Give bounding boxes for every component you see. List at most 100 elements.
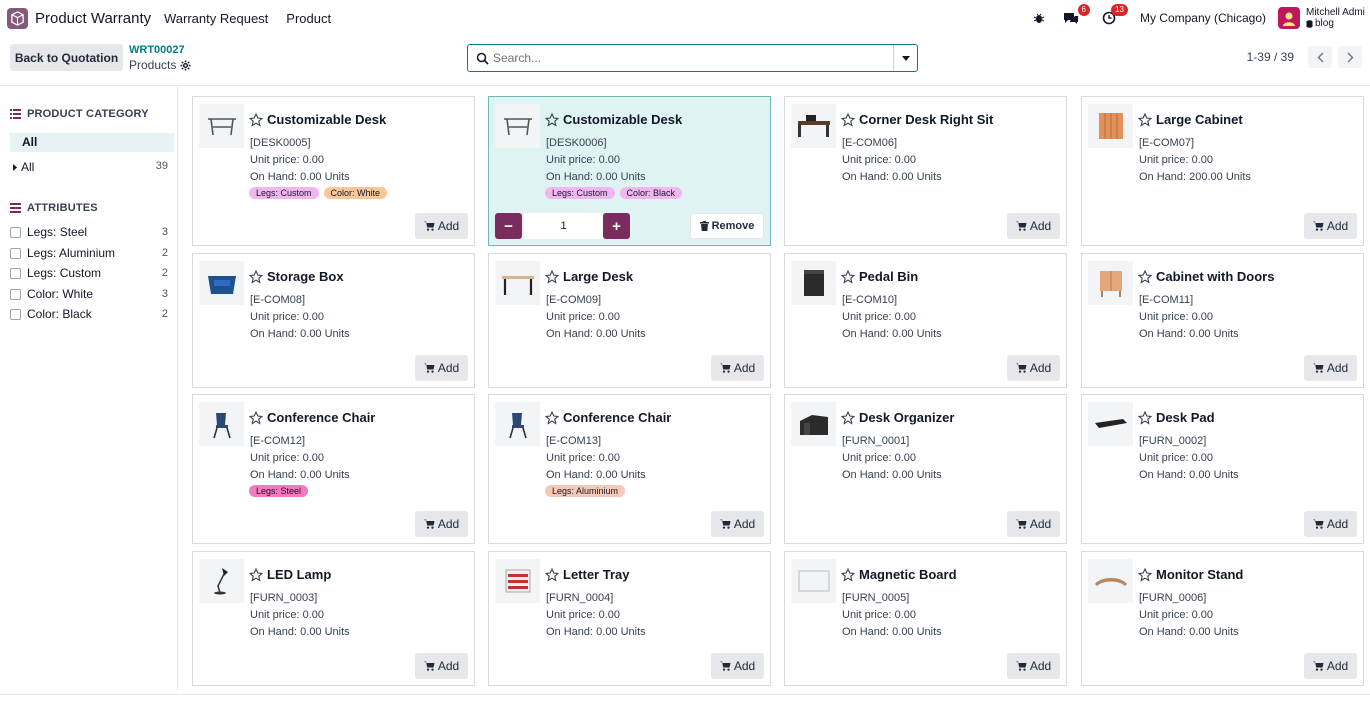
star-icon[interactable] [545, 269, 559, 284]
pager-value[interactable]: 1-39 / 39 [1247, 50, 1294, 64]
product-tags: Legs: Custom Color: White [249, 187, 388, 199]
product-image [199, 104, 244, 148]
category-all[interactable]: All 39 [13, 160, 168, 174]
breadcrumb-record-code[interactable]: WRT00027 [129, 44, 185, 56]
bug-icon[interactable] [1028, 7, 1050, 29]
quantity-input[interactable]: 1 [524, 213, 603, 239]
product-card[interactable]: LED Lamp [FURN_0003] Unit price: 0.00 On Ha… [192, 551, 475, 686]
add-product-button[interactable]: Add [1007, 355, 1060, 381]
add-product-button[interactable]: Add [415, 213, 468, 239]
attribute-filter[interactable]: Color: Black 2 [10, 307, 168, 321]
attribute-checkbox[interactable] [10, 226, 21, 238]
add-product-button[interactable]: Add [711, 653, 764, 679]
user-menu[interactable]: Mitchell Admi blog [1306, 7, 1370, 29]
product-card[interactable]: Desk Pad [FURN_0002] Unit price: 0.00 On Ha… [1081, 394, 1364, 544]
add-product-button[interactable]: Add [1304, 213, 1357, 239]
star-icon[interactable] [841, 112, 855, 127]
add-product-button[interactable]: Add [415, 653, 468, 679]
add-product-button[interactable]: Add [1304, 653, 1357, 679]
star-icon[interactable] [545, 112, 559, 127]
add-product-button[interactable]: Add [711, 511, 764, 537]
product-card[interactable]: Storage Box [E-COM08] Unit price: 0.00 On H… [192, 253, 475, 388]
star-icon[interactable] [841, 269, 855, 284]
decrease-quantity-button[interactable]: − [495, 213, 522, 239]
star-icon[interactable] [841, 567, 855, 582]
attribute-checkbox[interactable] [10, 288, 21, 300]
attribute-filter[interactable]: Legs: Steel 3 [10, 225, 168, 239]
messages-icon[interactable]: 6 [1060, 4, 1090, 29]
caret-down-icon [901, 55, 910, 61]
add-product-button[interactable]: Add [1007, 511, 1060, 537]
add-product-button[interactable]: Add [711, 355, 764, 381]
star-icon[interactable] [1138, 567, 1152, 582]
activity-clock-icon[interactable]: 13 [1098, 4, 1128, 29]
category-all-active[interactable]: All [10, 133, 174, 152]
menu-product[interactable]: Product [286, 11, 331, 26]
product-card[interactable]: Large Cabinet [E-COM07] Unit price: 0.00 On… [1081, 96, 1364, 246]
product-image [1088, 402, 1133, 446]
star-icon[interactable] [545, 410, 559, 425]
product-on-hand: On Hand: 0.00 Units [546, 626, 646, 638]
product-tags: Legs: Steel [249, 485, 309, 497]
add-product-button[interactable]: Add [1007, 653, 1060, 679]
back-to-quotation-button[interactable]: Back to Quotation [10, 44, 123, 71]
cabinet-doors-icon [1099, 271, 1122, 297]
attribute-checkbox[interactable] [10, 247, 21, 259]
list-icon [10, 203, 21, 213]
star-icon[interactable] [545, 567, 559, 582]
product-card[interactable]: Cabinet with Doors [E-COM11] Unit price: 0… [1081, 253, 1364, 388]
attribute-checkbox[interactable] [10, 267, 21, 279]
star-icon[interactable] [249, 269, 263, 284]
company-switcher[interactable]: My Company (Chicago) [1140, 11, 1266, 25]
app-logo-icon[interactable] [7, 8, 28, 29]
menu-warranty-request[interactable]: Warranty Request [164, 11, 268, 26]
add-product-button[interactable]: Add [1304, 511, 1357, 537]
attribute-filter[interactable]: Legs: Aluminium 2 [10, 246, 168, 260]
star-icon[interactable] [1138, 269, 1152, 284]
product-card[interactable]: Corner Desk Right Sit [E-COM06] Unit price… [784, 96, 1067, 246]
user-database: blog [1306, 18, 1370, 29]
add-product-button[interactable]: Add [415, 355, 468, 381]
search-options-toggle[interactable] [893, 45, 917, 71]
product-on-hand: On Hand: 0.00 Units [546, 171, 646, 183]
attribute-checkbox[interactable] [10, 308, 21, 320]
gear-icon[interactable] [180, 59, 191, 71]
star-icon[interactable] [1138, 112, 1152, 127]
product-card[interactable]: Magnetic Board [FURN_0005] Unit price: 0.0… [784, 551, 1067, 686]
product-card[interactable]: Large Desk [E-COM09] Unit price: 0.00 On Ha… [488, 253, 771, 388]
add-product-button[interactable]: Add [415, 511, 468, 537]
star-icon[interactable] [249, 410, 263, 425]
attribute-filter[interactable]: Color: White 3 [10, 287, 168, 301]
pager-previous-button[interactable] [1308, 46, 1332, 68]
star-icon[interactable] [249, 567, 263, 582]
star-icon[interactable] [249, 112, 263, 127]
product-card[interactable]: Conference Chair [E-COM13] Unit price: 0.0… [488, 394, 771, 544]
caret-right-icon[interactable] [13, 163, 17, 171]
product-card[interactable]: Monitor Stand [FURN_0006] Unit price: 0.00… [1081, 551, 1364, 686]
lamp-icon [213, 568, 228, 595]
cart-icon [719, 661, 731, 671]
cart-icon [719, 363, 731, 373]
app-name[interactable]: Product Warranty [35, 10, 151, 27]
product-card[interactable]: Letter Tray [FURN_0004] Unit price: 0.00 On… [488, 551, 771, 686]
product-card[interactable]: Desk Organizer [FURN_0001] Unit price: 0.0… [784, 394, 1067, 544]
product-unit-price: Unit price: 0.00 [546, 452, 620, 464]
user-avatar[interactable] [1278, 7, 1300, 29]
star-icon[interactable] [841, 410, 855, 425]
increase-quantity-button[interactable]: + [603, 213, 630, 239]
product-card[interactable]: Customizable Desk [DESK0005] Unit price: 0… [192, 96, 475, 246]
product-unit-price: Unit price: 0.00 [842, 311, 916, 323]
footer-divider [0, 694, 1370, 695]
add-product-button[interactable]: Add [1304, 355, 1357, 381]
pager-next-button[interactable] [1338, 46, 1362, 68]
product-card[interactable]: Pedal Bin [E-COM10] Unit price: 0.00 On Han… [784, 253, 1067, 388]
product-image [495, 261, 540, 305]
add-product-button[interactable]: Add [1007, 213, 1060, 239]
remove-product-button[interactable]: Remove [690, 213, 764, 239]
star-icon[interactable] [1138, 410, 1152, 425]
product-card[interactable]: Conference Chair [E-COM12] Unit price: 0.0… [192, 394, 475, 544]
attribute-filter[interactable]: Legs: Custom 2 [10, 266, 168, 280]
search-input[interactable] [489, 51, 893, 65]
product-card[interactable]: Customizable Desk [DESK0006] Unit price: 0… [488, 96, 771, 246]
product-reference: [E-COM13] [546, 435, 602, 447]
